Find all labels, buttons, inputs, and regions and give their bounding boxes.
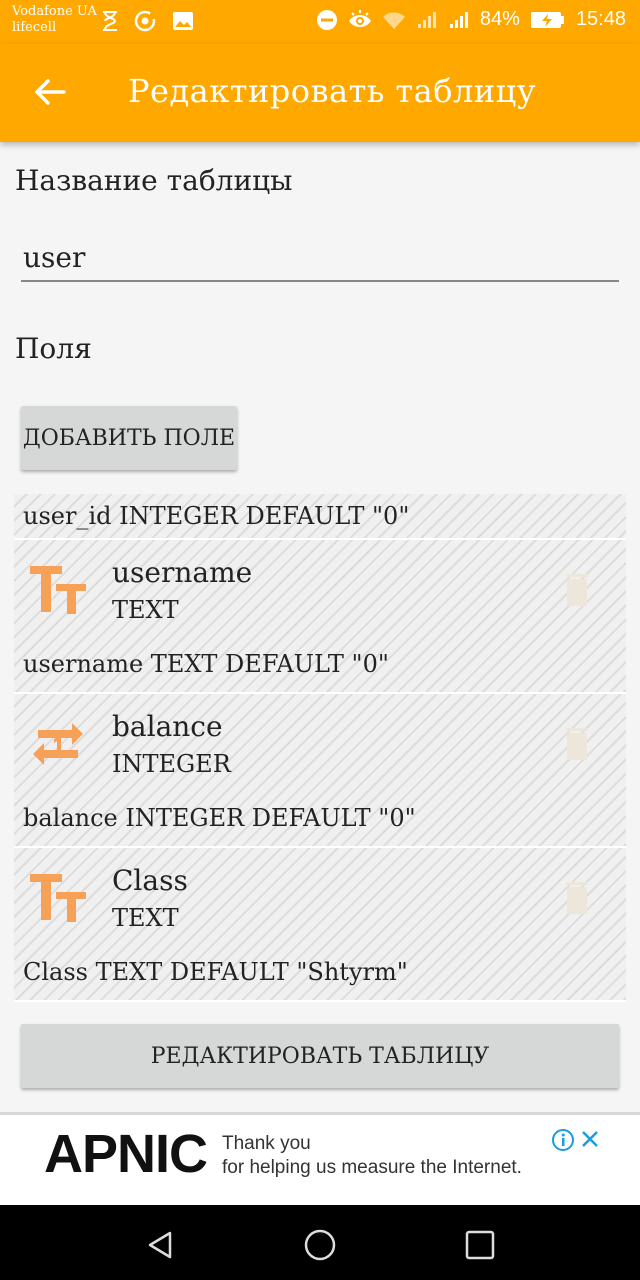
integer-type-icon xyxy=(33,723,83,765)
wifi-icon xyxy=(382,12,405,29)
list-item[interactable]: Class TEXT Class TEXT DEFAULT "Shtyrm" xyxy=(14,848,626,1002)
add-field-button[interactable]: ДОБАВИТЬ ПОЛЕ xyxy=(21,406,237,470)
nav-home-button[interactable] xyxy=(300,1225,340,1265)
field-name: balance xyxy=(112,710,223,743)
field-sql: user_id INTEGER DEFAULT "0" xyxy=(23,502,410,530)
back-button[interactable] xyxy=(30,72,70,112)
nav-back-icon xyxy=(148,1231,172,1259)
trash-icon[interactable] xyxy=(566,728,588,760)
ad-banner[interactable]: APNIC Thank you for helping us measure t… xyxy=(0,1115,640,1205)
nav-home-icon xyxy=(304,1229,336,1261)
field-name: Class xyxy=(112,864,188,897)
list-item[interactable]: username TEXT username TEXT DEFAULT "0" xyxy=(14,540,626,694)
text-type-icon xyxy=(30,874,86,922)
page-title: Редактировать таблицу xyxy=(128,72,537,110)
signal-2-icon xyxy=(449,11,468,28)
app-bar: Редактировать таблицу xyxy=(0,44,640,142)
close-icon[interactable] xyxy=(580,1129,600,1149)
nav-recents-icon xyxy=(465,1230,495,1260)
carrier-2: lifecell xyxy=(12,20,57,35)
arrow-back-icon xyxy=(35,79,66,105)
table-name-input[interactable] xyxy=(21,234,619,282)
signal-1-icon xyxy=(417,11,436,28)
radar-icon xyxy=(134,10,157,32)
field-sql: username TEXT DEFAULT "0" xyxy=(23,650,389,678)
ad-logo: APNIC xyxy=(44,1124,208,1184)
trash-icon[interactable] xyxy=(566,574,588,606)
battery-charging-icon xyxy=(530,11,564,28)
table-name-label: Название таблицы xyxy=(15,164,293,197)
list-item[interactable]: balance INTEGER balance INTEGER DEFAULT … xyxy=(14,694,626,848)
carrier-label: Vodafone UA lifecell xyxy=(12,4,97,36)
trash-icon[interactable] xyxy=(566,882,588,914)
status-bar: Vodafone UA lifecell 84% 15:48 xyxy=(0,0,640,44)
battery-percent: 84% xyxy=(479,8,520,30)
field-type: INTEGER xyxy=(112,750,231,778)
clock: 15:48 xyxy=(575,8,626,30)
ad-text-line-1: Thank you xyxy=(222,1133,311,1154)
notification-icons xyxy=(100,10,194,32)
list-item[interactable]: user_id INTEGER DEFAULT "0" xyxy=(14,494,626,540)
field-sql: balance INTEGER DEFAULT "0" xyxy=(23,804,416,832)
fields-list: user_id INTEGER DEFAULT "0" username TEX… xyxy=(14,494,626,1002)
nav-back-button[interactable] xyxy=(140,1225,180,1265)
eye-icon xyxy=(348,9,371,27)
field-type: TEXT xyxy=(112,596,179,624)
info-icon[interactable] xyxy=(552,1129,574,1151)
carrier-1: Vodafone UA xyxy=(12,4,97,19)
fields-label: Поля xyxy=(15,332,92,365)
edit-table-button[interactable]: РЕДАКТИРОВАТЬ ТАБЛИЦУ xyxy=(21,1024,619,1088)
field-sql: Class TEXT DEFAULT "Shtyrm" xyxy=(23,958,408,986)
status-right: 84% 15:48 xyxy=(316,8,626,31)
field-type: TEXT xyxy=(112,904,179,932)
image-icon xyxy=(173,12,193,30)
ad-text-line-2: for helping us measure the Internet. xyxy=(222,1157,522,1178)
nav-recents-button[interactable] xyxy=(460,1225,500,1265)
system-nav-bar xyxy=(0,1205,640,1280)
field-name: username xyxy=(112,556,253,589)
hourglass-icon xyxy=(103,11,117,31)
text-type-icon xyxy=(30,566,86,614)
do-not-disturb-icon xyxy=(316,9,337,30)
